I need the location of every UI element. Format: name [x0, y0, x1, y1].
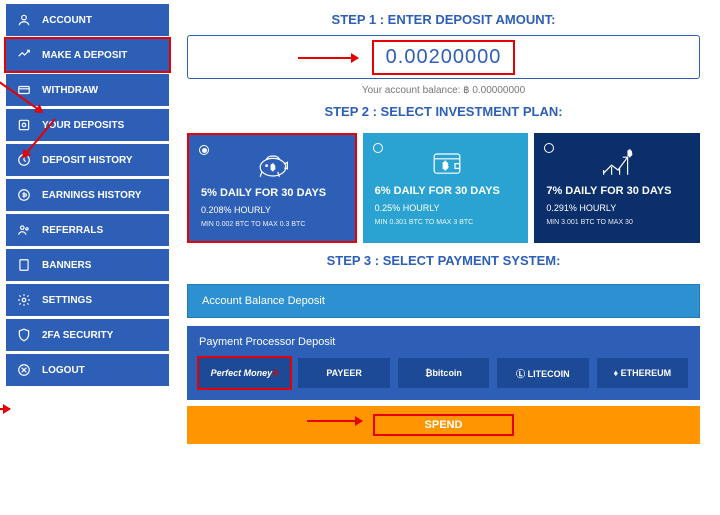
- plan-rate: 6% DAILY FOR 30 DAYS: [375, 185, 519, 197]
- payment-option-ethereum[interactable]: ♦ ETHEREUM: [597, 358, 688, 388]
- spend-label: SPEND: [373, 414, 515, 436]
- sidebar-item-earnings-history[interactable]: EARNINGS HISTORY: [6, 179, 169, 211]
- annotation-arrow: [0, 408, 10, 410]
- account-balance-label: Your account balance: ฿ 0.00000000: [187, 85, 700, 96]
- deposit-amount-value: 0.00200000: [372, 40, 516, 75]
- payment-processor-title: Payment Processor Deposit: [199, 336, 688, 348]
- wallet-icon: ฿: [375, 143, 519, 181]
- radio-icon: [199, 145, 209, 155]
- ethereum-logo: ♦ ETHEREUM: [614, 368, 672, 378]
- payeer-logo: PAYEER: [326, 368, 362, 378]
- sidebar-item-settings[interactable]: SETTINGS: [6, 284, 169, 316]
- sidebar-item-label: DEPOSIT HISTORY: [42, 155, 133, 166]
- plan-rate: 7% DAILY FOR 30 DAYS: [546, 185, 690, 197]
- sidebar-item-label: EARNINGS HISTORY: [42, 190, 141, 201]
- radio-icon: [373, 143, 383, 153]
- growth-chart-icon: ฿: [546, 143, 690, 181]
- deposit-amount-input[interactable]: 0.00200000: [187, 35, 700, 79]
- bitcoin-logo: ₿bitcoin: [425, 368, 462, 378]
- payment-option-perfect-money[interactable]: Perfect Money®: [199, 358, 290, 388]
- shield-icon: [16, 327, 32, 343]
- deposit-icon: [16, 47, 32, 63]
- sidebar-item-label: LOGOUT: [42, 365, 85, 376]
- piggy-bank-icon: ฿: [201, 145, 345, 183]
- sidebar-item-label: WITHDRAW: [42, 85, 98, 96]
- annotation-arrow: [307, 420, 362, 422]
- svg-text:฿: ฿: [442, 160, 448, 170]
- sidebar-item-2fa-security[interactable]: 2FA SECURITY: [6, 319, 169, 351]
- account-icon: [16, 12, 32, 28]
- sidebar-item-label: SETTINGS: [42, 295, 92, 306]
- investment-plans: ฿ 5% DAILY FOR 30 DAYS 0.208% HOURLY MIN…: [187, 133, 700, 243]
- payment-processor-section: Payment Processor Deposit Perfect Money®…: [187, 326, 700, 400]
- sidebar-item-label: BANNERS: [42, 260, 91, 271]
- plan-range: MIN 0.002 BTC TO MAX 0.3 BTC: [201, 221, 345, 228]
- step2-title: STEP 2 : SELECT INVESTMENT PLAN:: [187, 104, 700, 119]
- gear-icon: [16, 292, 32, 308]
- payment-options-row: Perfect Money® PAYEER ₿bitcoin Ⓛ LITECOI…: [199, 358, 688, 388]
- referrals-icon: [16, 222, 32, 238]
- earnings-icon: [16, 187, 32, 203]
- sidebar-item-label: ACCOUNT: [42, 15, 92, 26]
- plan-rate: 5% DAILY FOR 30 DAYS: [201, 187, 345, 199]
- logout-icon: [16, 362, 32, 378]
- plan-option-1[interactable]: ฿ 5% DAILY FOR 30 DAYS 0.208% HOURLY MIN…: [187, 133, 357, 243]
- sidebar-item-label: REFERRALS: [42, 225, 103, 236]
- annotation-arrow: [298, 57, 358, 59]
- plan-option-3[interactable]: ฿ 7% DAILY FOR 30 DAYS 0.291% HOURLY MIN…: [534, 133, 700, 243]
- payment-option-litecoin[interactable]: Ⓛ LITECOIN: [497, 358, 588, 388]
- perfect-money-logo: Perfect Money®: [211, 368, 279, 378]
- main-content: STEP 1 : ENTER DEPOSIT AMOUNT: 0.0020000…: [175, 0, 720, 515]
- plan-range: MIN 3.001 BTC TO MAX 30: [546, 219, 690, 226]
- payment-option-bitcoin[interactable]: ₿bitcoin: [398, 358, 489, 388]
- svg-text:฿: ฿: [628, 149, 633, 158]
- svg-text:฿: ฿: [271, 163, 276, 172]
- banners-icon: [16, 257, 32, 273]
- plan-option-2[interactable]: ฿ 6% DAILY FOR 30 DAYS 0.25% HOURLY MIN …: [363, 133, 529, 243]
- spend-button[interactable]: SPEND: [187, 406, 700, 444]
- sidebar-item-label: 2FA SECURITY: [42, 330, 113, 341]
- sidebar: ACCOUNT MAKE A DEPOSIT WITHDRAW YOUR DEP…: [0, 0, 175, 515]
- step3-title: STEP 3 : SELECT PAYMENT SYSTEM:: [187, 253, 700, 268]
- sidebar-item-withdraw[interactable]: WITHDRAW: [6, 74, 169, 106]
- account-balance-deposit-section[interactable]: Account Balance Deposit: [187, 284, 700, 318]
- deposits-icon: [16, 117, 32, 133]
- payment-option-payeer[interactable]: PAYEER: [298, 358, 389, 388]
- sidebar-item-make-deposit[interactable]: MAKE A DEPOSIT: [6, 39, 169, 71]
- plan-hourly: 0.291% HOURLY: [546, 203, 690, 213]
- sidebar-item-logout[interactable]: LOGOUT: [6, 354, 169, 386]
- sidebar-item-your-deposits[interactable]: YOUR DEPOSITS: [6, 109, 169, 141]
- plan-hourly: 0.208% HOURLY: [201, 205, 345, 215]
- sidebar-item-referrals[interactable]: REFERRALS: [6, 214, 169, 246]
- sidebar-item-banners[interactable]: BANNERS: [6, 249, 169, 281]
- sidebar-item-label: MAKE A DEPOSIT: [42, 50, 127, 61]
- litecoin-logo: Ⓛ LITECOIN: [516, 367, 570, 380]
- plan-hourly: 0.25% HOURLY: [375, 203, 519, 213]
- step1-title: STEP 1 : ENTER DEPOSIT AMOUNT:: [187, 12, 700, 27]
- sidebar-item-account[interactable]: ACCOUNT: [6, 4, 169, 36]
- plan-range: MIN 0.301 BTC TO MAX 3 BTC: [375, 219, 519, 226]
